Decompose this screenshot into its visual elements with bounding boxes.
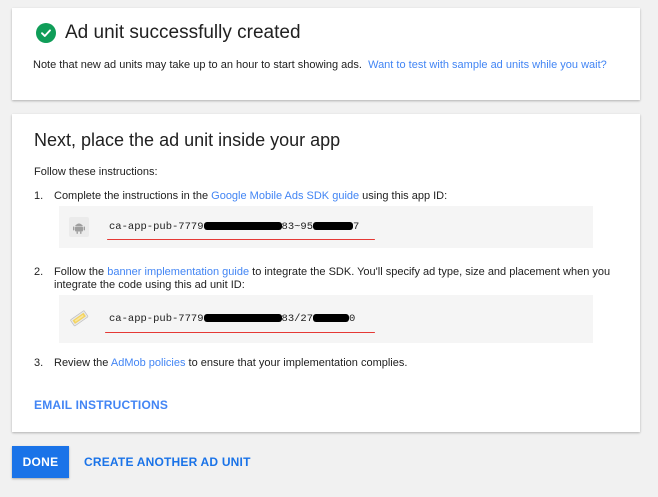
- create-another-ad-unit-button[interactable]: CREATE ANOTHER AD UNIT: [84, 455, 251, 469]
- app-id-suffix: 7: [353, 221, 360, 233]
- step-text-post: using this app ID:: [359, 190, 448, 202]
- step-text-post: to ensure that your implementation compl…: [185, 357, 408, 369]
- redaction-mark: [203, 222, 282, 231]
- ad-unit-id[interactable]: ca-app-pub-7779 83/27 0: [109, 313, 355, 325]
- app-id-middle: 83~95: [281, 221, 314, 233]
- sdk-guide-link[interactable]: Google Mobile Ads SDK guide: [211, 190, 359, 202]
- banner-guide-link[interactable]: banner implementation guide: [107, 266, 249, 278]
- step-text-pre: Complete the instructions in the: [54, 190, 212, 202]
- redaction-mark: [313, 314, 350, 323]
- redaction-mark: [313, 222, 354, 231]
- underline-annotation: [107, 239, 375, 240]
- underline-annotation: [105, 332, 375, 333]
- success-title: Ad unit successfully created: [65, 22, 301, 43]
- step-text: Follow the banner implementation guide t…: [54, 266, 624, 292]
- sample-ad-units-link[interactable]: Want to test with sample ad units while …: [368, 59, 607, 71]
- instructions-subtitle: Follow these instructions:: [34, 166, 158, 178]
- app-id-prefix: ca-app-pub-7779: [109, 221, 204, 233]
- app-id-box: ca-app-pub-7779 83~95 7: [59, 206, 593, 248]
- success-header: Ad unit successfully created: [36, 22, 301, 44]
- step-number: 3.: [34, 357, 44, 369]
- instructions-card: Next, place the ad unit inside your app …: [12, 114, 640, 432]
- step-number: 1.: [34, 190, 44, 202]
- note-text: Note that new ad units may take up to an…: [33, 59, 362, 71]
- step-text-pre: Follow the: [54, 266, 108, 278]
- success-note: Note that new ad units may take up to an…: [33, 59, 623, 72]
- success-card: Ad unit successfully created Note that n…: [12, 8, 640, 100]
- ad-unit-id-prefix: ca-app-pub-7779: [109, 313, 204, 325]
- done-button[interactable]: DONE: [12, 446, 69, 478]
- android-icon: [69, 217, 89, 237]
- check-circle-icon: [36, 23, 56, 43]
- ad-unit-id-middle: 83/27: [281, 313, 314, 325]
- app-id[interactable]: ca-app-pub-7779 83~95 7: [109, 221, 359, 233]
- step-text-pre: Review the: [54, 357, 111, 369]
- ad-unit-id-suffix: 0: [349, 313, 356, 325]
- admob-policies-link[interactable]: AdMob policies: [111, 357, 186, 369]
- ad-unit-id-box: ca-app-pub-7779 83/27 0: [59, 295, 593, 343]
- step-number: 2.: [34, 266, 44, 278]
- ad-unit-icon: [69, 308, 89, 328]
- step-text: Complete the instructions in the Google …: [54, 190, 624, 203]
- instructions-title: Next, place the ad unit inside your app: [34, 130, 341, 150]
- redaction-mark: [203, 314, 282, 323]
- email-instructions-button[interactable]: EMAIL INSTRUCTIONS: [34, 398, 168, 412]
- step-text: Review the AdMob policies to ensure that…: [54, 357, 624, 370]
